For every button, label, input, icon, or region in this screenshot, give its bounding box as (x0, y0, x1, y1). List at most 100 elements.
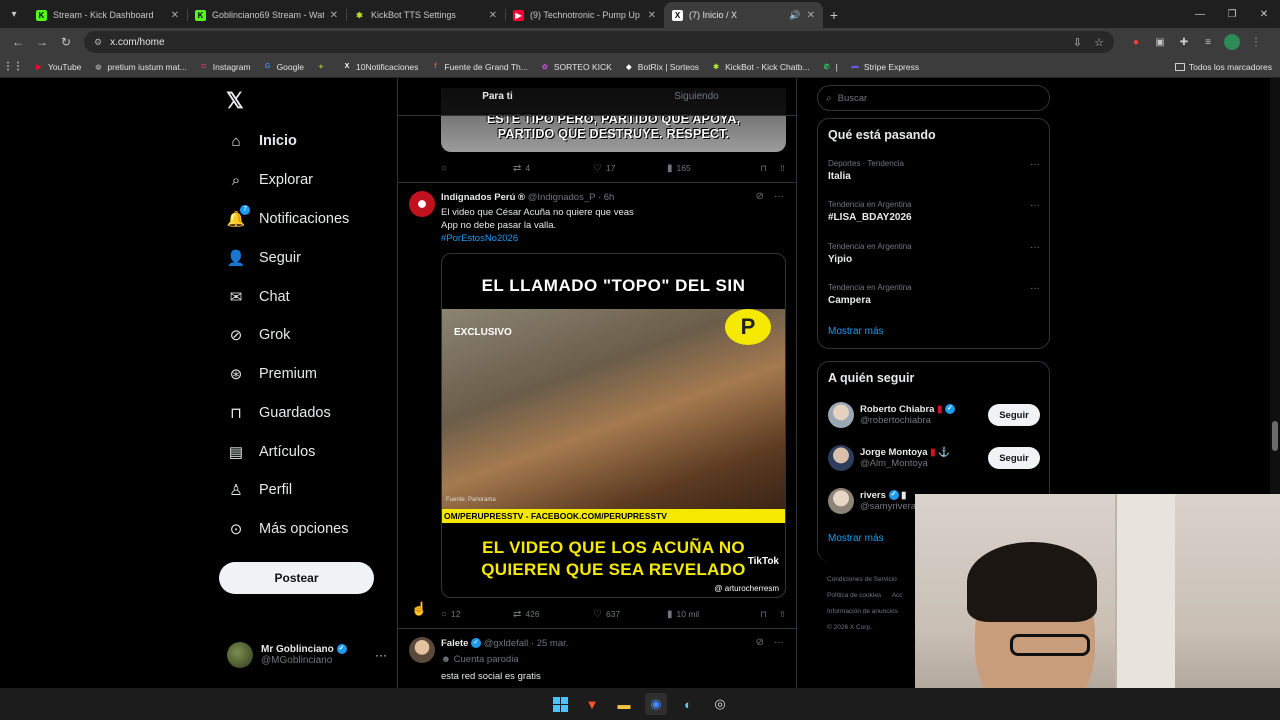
grok-icon[interactable]: ⊘ (756, 637, 764, 648)
close-tab-icon[interactable]: ✕ (171, 10, 179, 21)
bookmark-item[interactable]: ✱ KickBot - Kick Chatb... (711, 62, 810, 72)
browser-tab[interactable]: ▶ (9) Technotronic - Pump Up The ✕ (505, 2, 664, 28)
nav-item-inicio[interactable]: ⌂ Inicio (227, 128, 296, 154)
browser-tab-active[interactable]: X (7) Inicio / X 🔊 ✕ (664, 2, 823, 28)
bookmark-item[interactable]: ◘ Instagram (199, 62, 251, 72)
extension-red-icon[interactable]: ● (1128, 34, 1144, 50)
more-dots-icon[interactable]: ··· (375, 648, 387, 662)
nav-item-seguir[interactable]: 👤 Seguir (227, 245, 301, 271)
steam-icon[interactable]: ◐ (677, 693, 699, 715)
new-tab-button[interactable]: + (823, 2, 845, 28)
forward-icon[interactable]: → (30, 30, 54, 54)
reload-icon[interactable]: ↻ (54, 30, 78, 54)
close-tab-icon[interactable]: ✕ (807, 10, 815, 21)
nav-item-grok[interactable]: ⊘ Grok (227, 322, 291, 348)
bookmark-item[interactable]: ◍ pretium iustum mat... (93, 62, 186, 72)
follow-button[interactable]: Seguir (988, 447, 1040, 469)
nav-item-art-culos[interactable]: ▤ Artículos (227, 439, 316, 465)
footer-link[interactable]: Acc (892, 592, 903, 599)
nav-item-chat[interactable]: ✉ Chat (227, 284, 290, 310)
bookmark-item[interactable]: ✆ | (822, 62, 838, 72)
avatar[interactable] (409, 191, 435, 217)
browser-tab[interactable]: K Stream - Kick Dashboard ✕ (28, 2, 187, 28)
post-button[interactable]: Postear (219, 562, 374, 594)
follow-suggestion[interactable]: Roberto Chiabra ▮ ✓ @robertochiabra Segui… (828, 400, 1040, 430)
bookmark-item[interactable]: X 10Notificaciones (342, 62, 419, 72)
tab-para-ti[interactable]: Para ti (398, 78, 597, 115)
profile-avatar[interactable] (1224, 34, 1240, 50)
file-explorer-icon[interactable]: ▬ (613, 693, 635, 715)
avatar[interactable] (409, 637, 435, 663)
apps-icon[interactable]: ⋮⋮ (3, 61, 23, 72)
x-logo-icon[interactable]: 𝕏 (226, 88, 244, 114)
nav-item-premium[interactable]: ⊛ Premium (227, 361, 317, 387)
show-more-link[interactable]: Mostrar más (828, 326, 884, 337)
share-icon[interactable]: ⇧ (779, 609, 786, 620)
nav-item-explorar[interactable]: ⌕ Explorar (227, 167, 313, 193)
bookmark-icon[interactable]: ⊓ (760, 609, 767, 620)
nav-item-guardados[interactable]: ⊓ Guardados (227, 400, 331, 426)
install-app-icon[interactable]: ⇩ (1073, 36, 1082, 49)
footer-link[interactable]: Información de anuncios (827, 608, 898, 615)
back-icon[interactable]: ← (6, 30, 30, 54)
close-tab-icon[interactable]: ✕ (648, 10, 656, 21)
author-name[interactable]: Indignados Perú ® (441, 192, 525, 203)
bookmark-item[interactable]: ✦ (316, 62, 330, 72)
hashtag-link[interactable]: #PorEstosNo2026 (441, 232, 634, 245)
search-input[interactable]: ⌕ Buscar (817, 85, 1050, 111)
bookmark-item[interactable]: ◆ BotRix | Sorteos (624, 62, 699, 72)
views-button[interactable]: ▮ 10 mil (667, 609, 699, 620)
trend-item[interactable]: Deportes · Tendencia Italia ··· (828, 159, 1040, 182)
puzzle-icon[interactable]: ✚ (1176, 34, 1192, 50)
site-settings-icon[interactable]: ⚙ (94, 37, 102, 48)
tweet-time[interactable]: · 6h (598, 192, 614, 203)
scroll-thumb[interactable] (1272, 421, 1278, 451)
brave-icon[interactable]: ▼ (581, 693, 603, 715)
nav-item-notificaciones[interactable]: 🔔 7 Notificaciones (227, 205, 349, 232)
repost-button[interactable]: ⇄ 426 (513, 609, 593, 620)
follow-suggestion[interactable]: Jorge Montoya ▮ ⚓ @Alm_Montoya Seguir (828, 443, 1040, 473)
nav-item-perfil[interactable]: ♙ Perfil (227, 477, 292, 503)
close-window-icon[interactable]: ✕ (1248, 0, 1280, 28)
footer-link[interactable]: Política de cookies (827, 592, 881, 599)
author-handle[interactable]: @gxldefall (484, 638, 529, 649)
reply-button[interactable]: ○ 12 (441, 609, 513, 620)
speaker-icon[interactable]: 🔊 (789, 10, 800, 21)
repost-button[interactable]: ⇄ 4 (513, 163, 593, 174)
footer-link[interactable]: Condiciones de Servicio (827, 576, 897, 583)
grok-icon[interactable]: ⊘ (756, 191, 764, 202)
media-icon[interactable]: ≡ (1200, 34, 1216, 50)
avatar[interactable] (828, 445, 854, 471)
more-dots-icon[interactable]: ··· (1030, 200, 1040, 211)
all-bookmarks[interactable]: Todos los marcadores (1174, 62, 1272, 72)
bookmark-star-icon[interactable]: ☆ (1094, 36, 1104, 49)
like-button[interactable]: ♡ 637 (593, 609, 667, 620)
nav-item-m-s-opciones[interactable]: ⊙ Más opciones (227, 516, 349, 542)
bookmark-item[interactable]: G Google (263, 62, 304, 72)
more-dots-icon[interactable]: ··· (1030, 159, 1040, 170)
author-name[interactable]: Falete (441, 638, 468, 649)
minimize-icon[interactable]: — (1184, 0, 1216, 28)
bookmark-item[interactable]: f Fuente de Grand Th... (430, 62, 528, 72)
more-dots-icon[interactable]: ··· (774, 637, 784, 648)
obs-icon[interactable]: ◎ (709, 693, 731, 715)
show-more-link[interactable]: Mostrar más (828, 533, 884, 544)
bookmark-item[interactable]: ▶ YouTube (34, 62, 81, 72)
windows-start-icon[interactable] (549, 693, 571, 715)
bookmark-icon[interactable]: ⊓ (760, 163, 767, 174)
browser-tab[interactable]: K Goblinciano69 Stream - Watch ✕ (187, 2, 346, 28)
tweet-video[interactable]: EL LLAMADO "TOPO" DEL SIN EXCLUSIVO P Fu… (441, 253, 786, 598)
bookmark-item[interactable]: ▬ Stripe Express (850, 62, 919, 72)
trend-item[interactable]: Tendencia en Argentina #LISA_BDAY2026 ··· (828, 200, 1040, 223)
share-icon[interactable]: ⇧ (779, 163, 786, 174)
close-tab-icon[interactable]: ✕ (489, 10, 497, 21)
author-handle[interactable]: @Indignados_P (528, 192, 596, 203)
bookmark-item[interactable]: ✿ SORTEO KICK (540, 62, 612, 72)
avatar[interactable] (828, 402, 854, 428)
browser-tab[interactable]: ✱ KickBot TTS Settings ✕ (346, 2, 505, 28)
views-button[interactable]: ▮ 165 (667, 163, 691, 174)
trend-item[interactable]: Tendencia en Argentina Campera ··· (828, 283, 1040, 306)
like-button[interactable]: ♡ 17 (593, 163, 667, 174)
account-switcher[interactable]: Mr Goblinciano ✓ @MGoblinciano ··· (227, 640, 387, 670)
menu-icon[interactable]: ⋮ (1248, 34, 1264, 50)
